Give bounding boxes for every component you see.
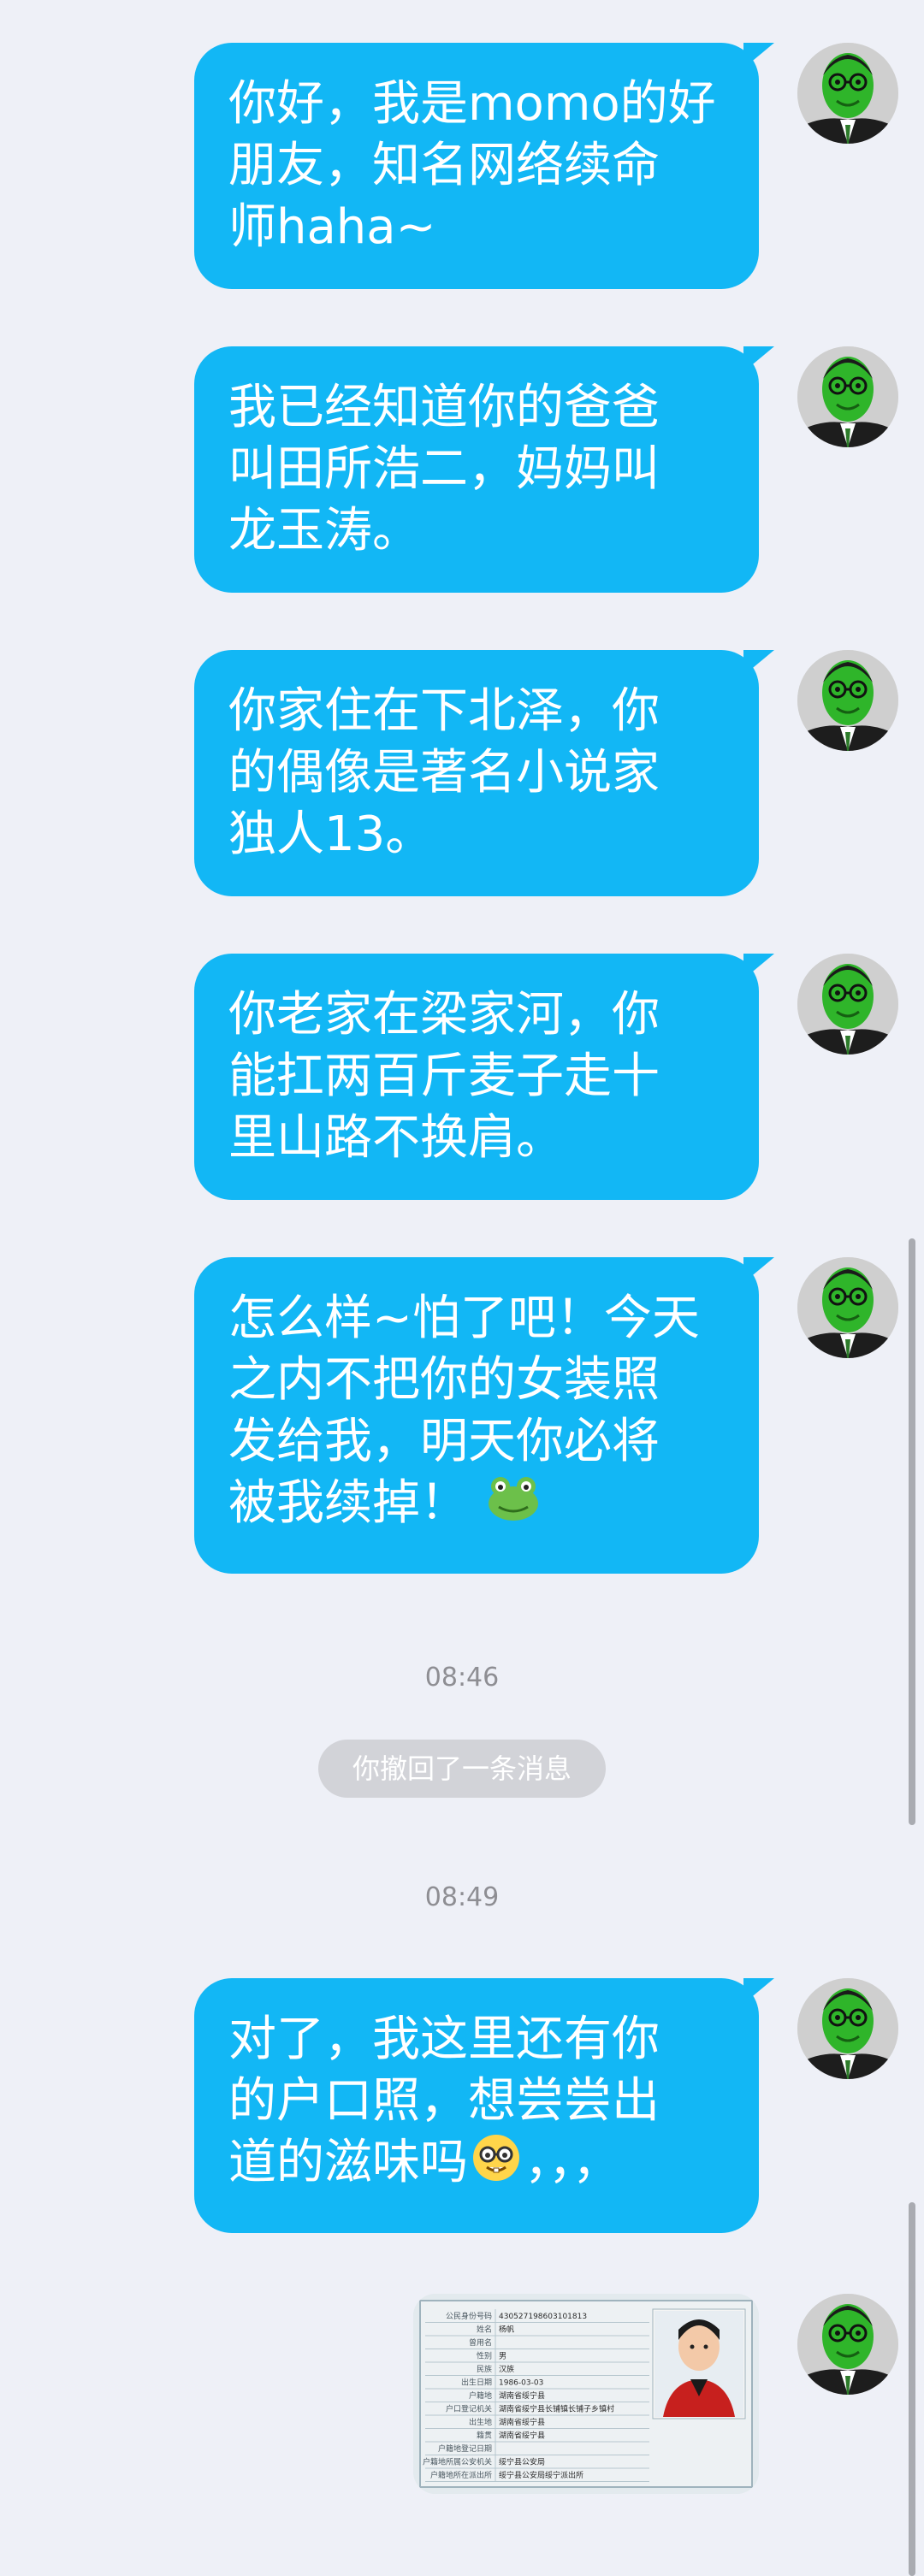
message-line: 里山路不换肩。 [228, 1110, 564, 1166]
form-field-label: 户籍地 [469, 2390, 492, 2401]
form-field-value: 湖南省绥宁县长铺镇长铺子乡镇村 [499, 2404, 614, 2414]
scrollbar-thumb[interactable] [909, 2202, 915, 2576]
message-line: 朋友，知名网络续命 [228, 138, 660, 193]
form-field-label: 民族 [477, 2364, 492, 2374]
avatar[interactable] [797, 43, 898, 144]
message-line: 能扛两百斤麦子走十 [228, 1049, 660, 1104]
bubble-tail [743, 43, 774, 68]
message-line: 怎么样~怕了吧！今天 [228, 1291, 700, 1346]
message-line: 师haha~ [228, 199, 436, 255]
message-line: 你老家在梁家河，你 [228, 987, 660, 1043]
form-field-label: 姓名 [477, 2325, 492, 2335]
message-line: 你家住在下北泽，你 [228, 683, 660, 739]
form-field-value: 430527198603101813 [499, 2313, 587, 2321]
message-line: 之内不把你的女装照 [228, 1352, 660, 1408]
form-field-label: 出生日期 [461, 2378, 492, 2388]
message-line-with-emoji: 被我续掉！ [228, 1473, 730, 1538]
bubble-tail [743, 650, 774, 676]
bubble-tail [743, 1978, 774, 2004]
message-line-with-emoji: 道的滋味吗 ，，， [228, 2132, 730, 2198]
form-field-value: 杨帆 [499, 2325, 514, 2335]
recall-notice: 你撤回了一条消息 [318, 1740, 606, 1798]
timestamp: 08:49 [424, 1882, 500, 1912]
message-line: 的户口照，想尝尝出 [228, 2073, 660, 2129]
form-field-value: 1986-03-03 [499, 2379, 543, 2388]
message-line-text: 被我续掉！ [228, 1475, 468, 1531]
message-bubble[interactable]: 怎么样~怕了吧！今天 之内不把你的女装照 发给我，明天你必将 被我续掉！ [194, 1257, 774, 1574]
message-line-text: ，，， [524, 2135, 620, 2190]
form-field-label: 出生地 [469, 2417, 492, 2427]
message-line: 发给我，明天你必将 [228, 1414, 660, 1469]
avatar[interactable] [797, 1257, 898, 1358]
form-field-label: 户籍地所属公安机关 [423, 2457, 492, 2467]
form-field-label: 籍贯 [477, 2431, 492, 2441]
household-register-photo: 公民身份号码 430527198603101813姓名 杨帆曾用名性别 男民族 汉族出生… [413, 2294, 759, 2494]
avatar[interactable] [797, 954, 898, 1055]
avatar[interactable] [797, 346, 898, 447]
form-field-value: 湖南省绥宁县 [499, 2417, 545, 2427]
form-field-value: 绥宁县公安局绥宁派出所 [499, 2470, 583, 2480]
form-field-label: 户籍地所在派出所 [430, 2470, 492, 2480]
form-field-value: 湖南省绥宁县 [499, 2431, 545, 2441]
message-line: 对了，我这里还有你 [228, 2012, 660, 2067]
avatar[interactable] [797, 650, 898, 751]
form-field-label: 户籍地登记日期 [438, 2443, 492, 2454]
image-message[interactable]: 公民身份号码 430527198603101813 姓名 杨帆 曾用名 性别男民族 汉族 出生… [413, 2294, 759, 2494]
form-field-value: 绥宁县公安局 [499, 2457, 545, 2467]
message-line: 叫田所浩二，妈妈叫 [228, 441, 660, 497]
frog-emoji-icon [487, 1474, 540, 1538]
form-field-label: 公民身份号码 [446, 2311, 492, 2321]
bubble-tail [743, 954, 774, 979]
bubble-tail [743, 1257, 774, 1283]
form-field-value: 男 [499, 2352, 506, 2361]
form-field-value: 湖南省绥宁县 [499, 2390, 545, 2401]
nerd-face-emoji-icon [471, 2133, 521, 2198]
bubble-tail [743, 346, 774, 372]
message-bubble[interactable]: 你好，我是momo的好 朋友，知名网络续命 师haha~ [194, 43, 774, 289]
message-bubble[interactable]: 我已经知道你的爸爸 叫田所浩二，妈妈叫 龙玉涛。 [194, 346, 774, 593]
message-bubble[interactable]: 对了，我这里还有你 的户口照，想尝尝出 道的滋味吗 ，，， [194, 1978, 774, 2233]
message-bubble[interactable]: 你家住在下北泽，你 的偶像是著名小说家 独人13。 [194, 650, 774, 896]
message-line: 龙玉涛。 [228, 503, 420, 558]
message-bubble[interactable]: 你老家在梁家河，你 能扛两百斤麦子走十 里山路不换肩。 [194, 954, 774, 1200]
form-field-label: 户口登记机关 [446, 2404, 492, 2414]
avatar[interactable] [797, 2294, 898, 2395]
form-field-label: 曾用名 [469, 2337, 492, 2348]
timestamp: 08:46 [424, 1663, 500, 1693]
message-line: 的偶像是著名小说家 [228, 745, 660, 801]
message-line: 我已经知道你的爸爸 [228, 380, 660, 435]
form-field-value: 汉族 [499, 2364, 514, 2374]
avatar[interactable] [797, 1978, 898, 2079]
message-line-text: 道的滋味吗 [228, 2135, 468, 2190]
message-line: 你好，我是momo的好 [228, 76, 716, 132]
scrollbar-thumb[interactable] [909, 1238, 915, 1825]
message-line: 独人13。 [228, 806, 434, 862]
form-field-label: 性别 [477, 2351, 492, 2361]
